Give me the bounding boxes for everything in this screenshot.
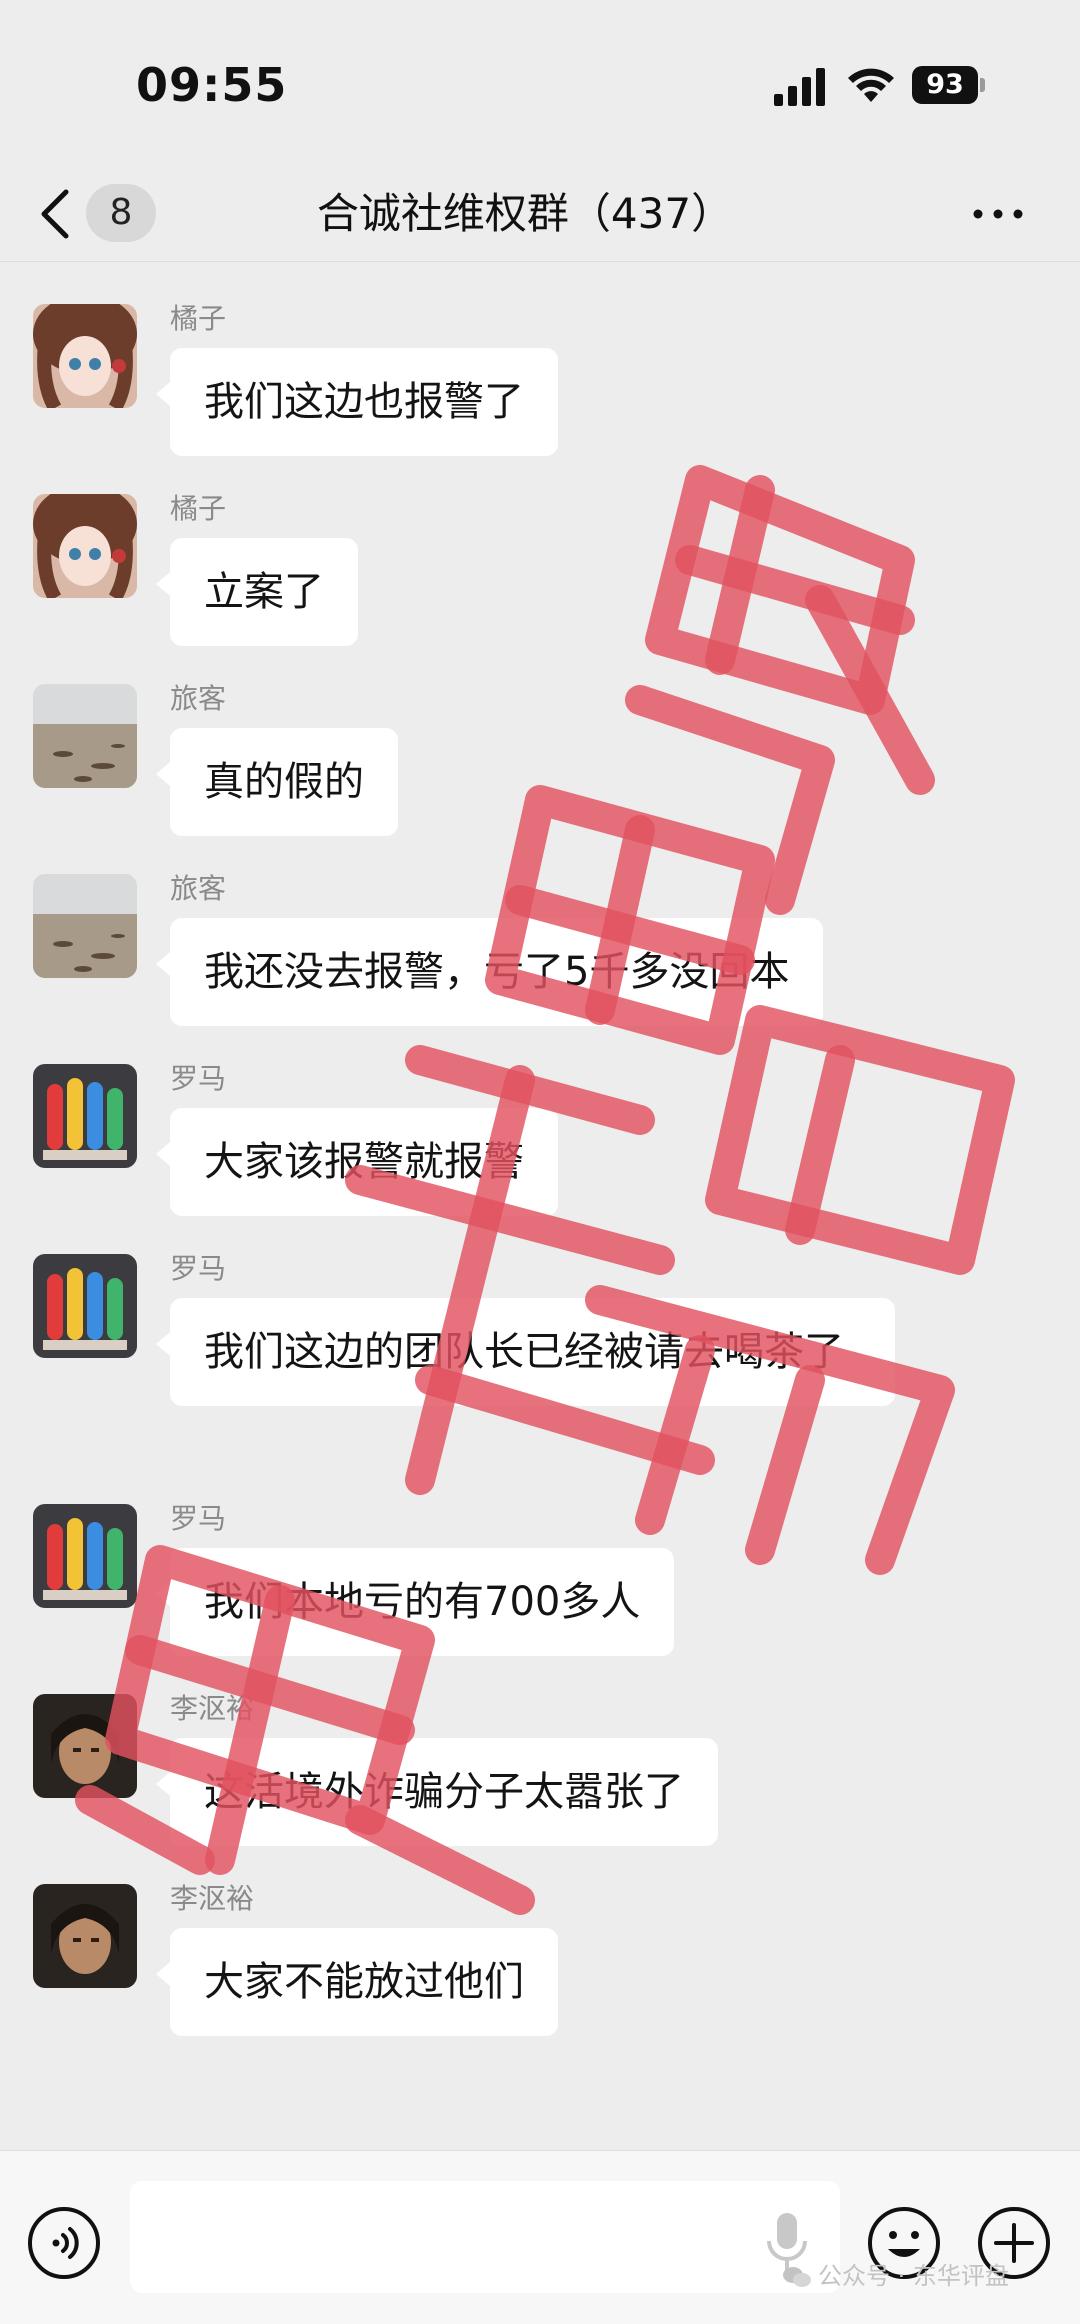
avatar[interactable] <box>33 1694 137 1798</box>
message-bubble[interactable]: 我们这边也报警了 <box>156 348 558 456</box>
sender-name: 罗马 <box>170 1252 227 1285</box>
sender-name: 罗马 <box>170 1062 227 1095</box>
sender-name: 橘子 <box>170 492 227 525</box>
sender-name: 旅客 <box>170 872 227 905</box>
status-bar: 09:55 93 <box>0 0 1080 170</box>
chat-header: 8 合诚社维权群（437） <box>0 170 1080 262</box>
colorful-figure-avatar-icon <box>33 1064 137 1168</box>
avatar[interactable] <box>33 304 137 408</box>
message-bubble[interactable]: 真的假的 <box>156 728 398 836</box>
watermark-credit: 公众号 · 东华评盘 <box>782 2256 1009 2291</box>
unread-count-badge[interactable]: 8 <box>86 184 156 242</box>
avatar[interactable] <box>33 1884 137 1988</box>
watermark-credit-text: 公众号 · 东华评盘 <box>818 2262 1009 2290</box>
avatar[interactable] <box>33 684 137 788</box>
wechat-icon <box>783 2267 811 2287</box>
man-portrait-avatar-icon <box>33 1884 137 1988</box>
beach-avatar-icon <box>33 684 137 788</box>
message-bubble[interactable]: 我们本地亏的有700多人 <box>155 1548 675 1656</box>
colorful-figure-avatar-icon <box>33 1504 137 1608</box>
voice-mode-icon[interactable] <box>26 2205 102 2281</box>
anime-girl-avatar-icon <box>33 304 137 408</box>
avatar[interactable] <box>33 874 137 978</box>
input-bar <box>0 2150 1080 2324</box>
colorful-figure-avatar-icon <box>33 1254 137 1358</box>
battery-level: 93 <box>912 66 978 104</box>
sender-name: 李沤裕 <box>170 1882 255 1915</box>
message-bubble[interactable]: 立案了 <box>156 538 358 646</box>
avatar[interactable] <box>33 1064 137 1168</box>
sender-name: 罗马 <box>170 1502 227 1535</box>
message-input[interactable] <box>130 2181 840 2293</box>
message-bubble[interactable]: 我们这边的团队长已经被请去喝茶了 <box>156 1298 895 1406</box>
message-bubble[interactable]: 这活境外诈骗分子太嚣张了 <box>156 1738 718 1846</box>
avatar[interactable] <box>33 494 137 598</box>
message-bubble[interactable]: 大家该报警就报警 <box>156 1108 558 1216</box>
status-time: 09:55 <box>136 58 288 112</box>
sender-name: 旅客 <box>170 682 227 715</box>
avatar[interactable] <box>33 1504 137 1608</box>
sender-name: 橘子 <box>170 302 227 335</box>
cellular-signal-icon <box>774 68 825 106</box>
battery-tip <box>980 78 985 92</box>
man-portrait-avatar-icon <box>33 1694 137 1798</box>
chat-title: 合诚社维权群（437） <box>316 189 734 238</box>
battery-icon: 93 <box>912 66 985 104</box>
more-options-icon[interactable] <box>970 206 1026 222</box>
sender-name: 李沤裕 <box>170 1692 255 1725</box>
back-arrow-icon[interactable] <box>36 186 76 242</box>
wifi-icon <box>848 68 894 102</box>
avatar[interactable] <box>33 1254 137 1358</box>
message-bubble[interactable]: 我还没去报警，亏了5千多没回本 <box>155 918 824 1026</box>
message-bubble[interactable]: 大家不能放过他们 <box>156 1928 558 2036</box>
beach-avatar-icon <box>33 874 137 978</box>
anime-girl-avatar-icon <box>33 494 137 598</box>
